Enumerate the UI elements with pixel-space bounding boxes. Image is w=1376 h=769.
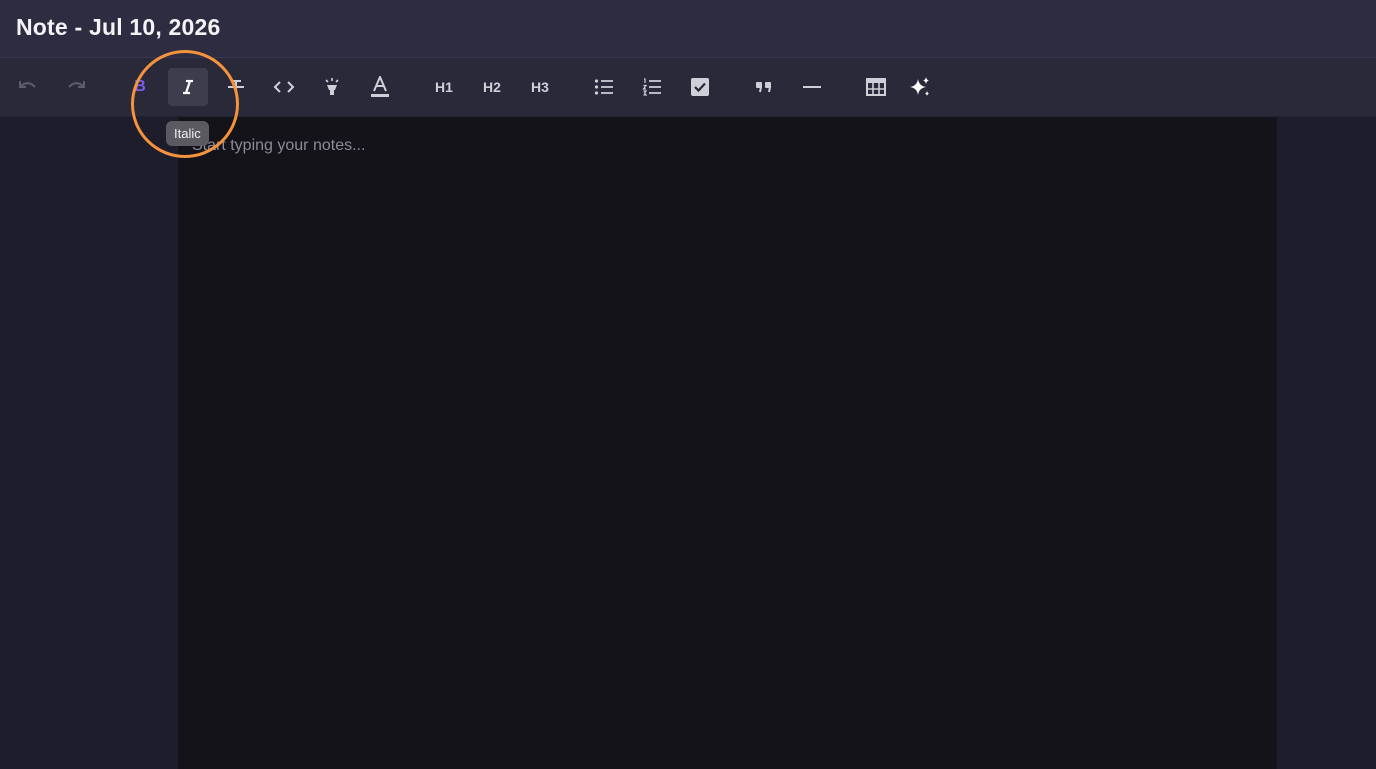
- text-color-button[interactable]: [360, 68, 400, 106]
- table-button[interactable]: [856, 68, 896, 106]
- heading1-label: H1: [435, 79, 453, 95]
- note-editor[interactable]: [178, 117, 1277, 769]
- quote-icon: [756, 82, 771, 93]
- code-button[interactable]: [264, 68, 304, 106]
- highlighter-icon: [325, 78, 339, 95]
- numbered-list-button[interactable]: [632, 68, 672, 106]
- heading3-button[interactable]: H3: [520, 68, 560, 106]
- heading2-button[interactable]: H2: [472, 68, 512, 106]
- strikethrough-icon: [228, 80, 244, 93]
- text-color-icon: [371, 76, 389, 97]
- horizontal-rule-button[interactable]: [792, 68, 832, 106]
- task-list-button[interactable]: [680, 68, 720, 106]
- bold-button[interactable]: B: [120, 68, 160, 106]
- bold-icon: B: [134, 78, 146, 95]
- numbered-list-icon: [642, 78, 661, 96]
- heading2-label: H2: [483, 79, 501, 95]
- italic-button[interactable]: [168, 68, 208, 106]
- undo-icon: [19, 81, 36, 88]
- bullet-list-button[interactable]: [584, 68, 624, 106]
- formatting-toolbar: B H1 H2 H3: [0, 58, 1376, 117]
- undo-button[interactable]: [8, 68, 48, 106]
- italic-icon: [183, 79, 193, 95]
- ai-assist-button[interactable]: [900, 68, 940, 106]
- blockquote-button[interactable]: [744, 68, 784, 106]
- checkbox-icon: [691, 78, 709, 96]
- redo-icon: [68, 81, 85, 88]
- redo-button[interactable]: [56, 68, 96, 106]
- heading3-label: H3: [531, 79, 549, 95]
- bullet-list-icon: [594, 79, 613, 95]
- horizontal-rule-icon: [803, 86, 821, 88]
- title-bar: Note - Jul 10, 2026: [0, 0, 1376, 58]
- code-icon: [273, 81, 295, 93]
- italic-tooltip: Italic: [166, 121, 209, 146]
- highlight-button[interactable]: [312, 68, 352, 106]
- sparkles-icon: [910, 77, 929, 96]
- strikethrough-button[interactable]: [216, 68, 256, 106]
- note-title[interactable]: Note - Jul 10, 2026: [16, 14, 221, 41]
- heading1-button[interactable]: H1: [424, 68, 464, 106]
- table-icon: [866, 78, 886, 96]
